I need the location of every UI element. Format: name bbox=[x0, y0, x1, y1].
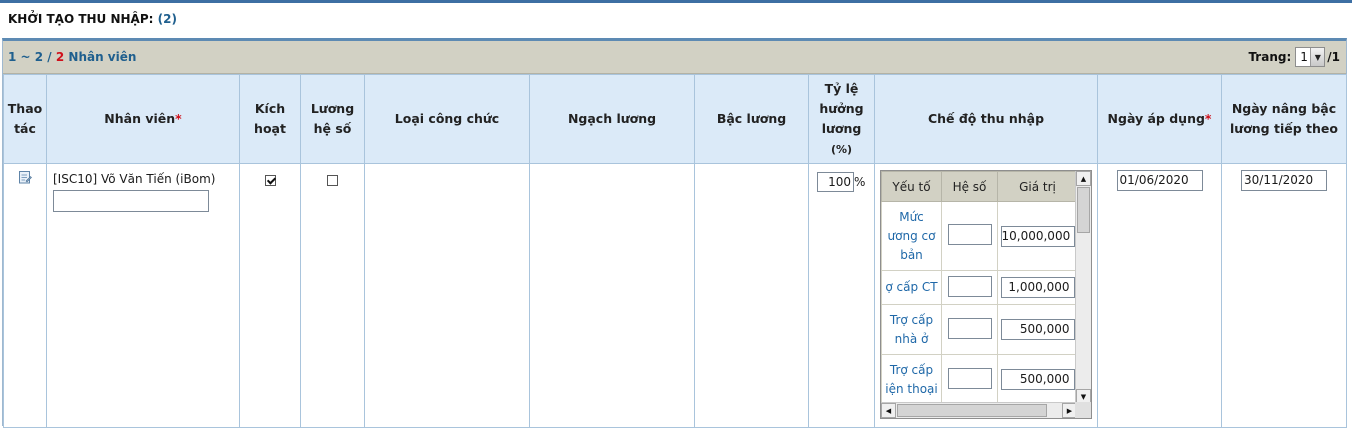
income-coef-input[interactable] bbox=[947, 367, 992, 389]
list-item: Mức ương cơ bản 10,000,000 bbox=[881, 201, 1077, 271]
list-item: ợ cấp CT 1,000,000 bbox=[881, 270, 1077, 305]
income-coef-input[interactable] bbox=[947, 224, 992, 245]
cell-employee: [ISC10] Võ Văn Tiến (iBom) bbox=[46, 163, 240, 428]
col-employee: Nhân viên* bbox=[46, 74, 240, 164]
col-rate: Tỷ lệ hưởng lương (%) bbox=[808, 74, 875, 164]
col-active: Kích hoạt bbox=[239, 74, 301, 164]
col-income-mode: Chế độ thu nhập bbox=[874, 74, 1098, 164]
pager-range: 1 ~ 2 / 2 Nhân viên bbox=[8, 50, 136, 64]
top-rule bbox=[0, 0, 1352, 3]
cell-active bbox=[239, 163, 301, 428]
col-salary-step: Bậc lương bbox=[694, 74, 809, 164]
col-action: Thao tác bbox=[3, 74, 47, 164]
vertical-scrollbar[interactable]: ▲ ▼ bbox=[1075, 171, 1091, 404]
col-next-raise: Ngày nâng bậc lương tiếp theo bbox=[1221, 74, 1347, 164]
income-value-input[interactable]: 1,000,000 bbox=[1000, 277, 1075, 298]
cell-coef-salary bbox=[300, 163, 365, 428]
income-coef-input[interactable] bbox=[947, 275, 992, 297]
cell-income-mode: Yếu tố Hệ số Giá trị Mức ương cơ bản 10,… bbox=[874, 163, 1098, 428]
next-raise-date-input[interactable]: 30/11/2020 bbox=[1241, 170, 1327, 191]
pager-entity: Nhân viên bbox=[68, 50, 137, 64]
income-grid: 1 ~ 2 / 2 Nhân viên Trang: 1 ▼ /1 Thao tá… bbox=[2, 38, 1347, 428]
pager-total: 2 bbox=[55, 50, 65, 64]
cell-civil-type bbox=[364, 163, 530, 428]
horizontal-scrollbar[interactable]: ◀ ▶ bbox=[881, 402, 1077, 418]
up-arrow-icon[interactable]: ▲ bbox=[1076, 171, 1091, 186]
page-title-text: KHỞI TẠO THU NHẬP: bbox=[8, 12, 154, 26]
pager-page-total: /1 bbox=[1327, 50, 1340, 64]
pager-range-text: 1 ~ 2 / bbox=[8, 50, 52, 64]
left-arrow-icon[interactable]: ◀ bbox=[881, 403, 896, 418]
income-table: Yếu tố Hệ số Giá trị Mức ương cơ bản 10,… bbox=[881, 171, 1077, 404]
cell-rate: 100 % bbox=[808, 163, 875, 428]
edit-record-icon[interactable] bbox=[18, 170, 32, 187]
income-panel: Yếu tố Hệ số Giá trị Mức ương cơ bản 10,… bbox=[880, 170, 1092, 419]
income-factor-link[interactable]: Mức ương cơ bản bbox=[881, 201, 942, 271]
col-apply-date: Ngày áp dụng* bbox=[1097, 74, 1222, 164]
cell-salary-step bbox=[694, 163, 809, 428]
rate-unit: % bbox=[854, 175, 866, 189]
coef-salary-checkbox[interactable] bbox=[327, 175, 338, 186]
scroll-corner bbox=[1075, 402, 1091, 418]
cell-apply-date: 01/06/2020 bbox=[1097, 163, 1222, 428]
income-factor-link[interactable]: Trợ cấp iện thoại bbox=[881, 354, 942, 404]
cell-action bbox=[3, 163, 47, 428]
income-header-row: Yếu tố Hệ số Giá trị bbox=[881, 171, 1077, 202]
income-value-input[interactable]: 10,000,000 bbox=[1000, 225, 1075, 247]
col-coef-salary: Lương hệ số bbox=[300, 74, 365, 164]
rate-input[interactable]: 100 bbox=[817, 172, 854, 192]
income-col-value: Giá trị bbox=[997, 171, 1077, 202]
employee-name: [ISC10] Võ Văn Tiến (iBom) bbox=[53, 172, 216, 186]
income-scroll-area[interactable]: Yếu tố Hệ số Giá trị Mức ương cơ bản 10,… bbox=[881, 171, 1077, 404]
cell-next-raise: 30/11/2020 bbox=[1221, 163, 1347, 428]
income-col-coef: Hệ số bbox=[941, 171, 998, 202]
pager-bar: 1 ~ 2 / 2 Nhân viên Trang: 1 ▼ /1 bbox=[3, 41, 1346, 74]
page-title-count: (2) bbox=[157, 12, 177, 26]
pager-page-control: Trang: 1 ▼ /1 bbox=[1248, 47, 1340, 67]
page-title: KHỞI TẠO THU NHẬP: (2) bbox=[8, 12, 177, 26]
cell-salary-grade bbox=[529, 163, 695, 428]
page-select[interactable]: 1 ▼ bbox=[1295, 47, 1326, 67]
income-value-input[interactable]: 500,000 bbox=[1000, 319, 1075, 340]
income-factor-link[interactable]: ợ cấp CT bbox=[881, 270, 942, 305]
table-header-row: Thao tác Nhân viên* Kích hoạt Lương hệ số L… bbox=[3, 74, 1347, 164]
horizontal-scroll-thumb[interactable] bbox=[897, 404, 1047, 417]
table-row: [ISC10] Võ Văn Tiến (iBom) 100 % Yếu tố … bbox=[3, 163, 1347, 428]
income-value-input[interactable]: 500,000 bbox=[1000, 369, 1075, 390]
col-salary-grade: Ngạch lương bbox=[529, 74, 695, 164]
list-item: Trợ cấp iện thoại 500,000 bbox=[881, 354, 1077, 404]
page-select-value: 1 bbox=[1300, 50, 1308, 64]
col-civil-type: Loại công chức bbox=[364, 74, 530, 164]
chevron-down-icon[interactable]: ▼ bbox=[1310, 48, 1325, 66]
employee-input[interactable] bbox=[53, 190, 209, 212]
pager-page-label: Trang: bbox=[1248, 50, 1292, 64]
vertical-scroll-thumb[interactable] bbox=[1077, 187, 1090, 233]
income-coef-input[interactable] bbox=[947, 317, 992, 339]
list-item: Trợ cấp nhà ở 500,000 bbox=[881, 304, 1077, 355]
active-checkbox[interactable] bbox=[264, 175, 276, 186]
employee-table: Thao tác Nhân viên* Kích hoạt Lương hệ số L… bbox=[3, 74, 1347, 428]
income-factor-link[interactable]: Trợ cấp nhà ở bbox=[881, 304, 942, 355]
apply-date-input[interactable]: 01/06/2020 bbox=[1116, 170, 1203, 191]
income-col-factor: Yếu tố bbox=[881, 171, 942, 202]
